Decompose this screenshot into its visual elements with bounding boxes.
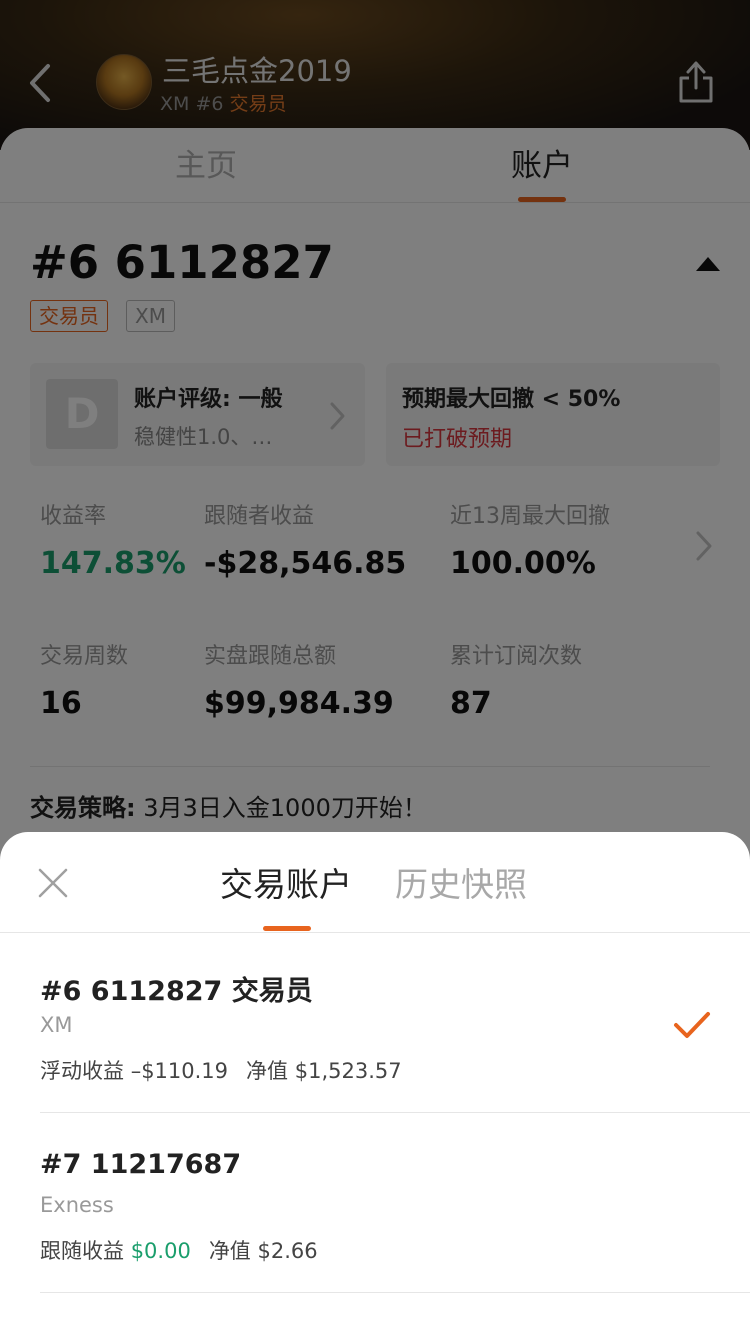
- metric-value: $0.00: [130, 1239, 191, 1263]
- account-title: #7 11217687: [40, 1149, 242, 1180]
- account-list-item[interactable]: #7 11217687 Exness 跟随收益 $0.00 净值 $2.66: [0, 1113, 750, 1293]
- account-broker: XM: [40, 1013, 73, 1037]
- metric-value: $1,523.57: [294, 1059, 402, 1083]
- account-metrics: 浮动收益 –$110.19 净值 $1,523.57: [40, 1055, 402, 1085]
- metric-label: 跟随收益: [40, 1239, 124, 1263]
- metric-value: $2.66: [257, 1239, 318, 1263]
- tab-trading-accounts[interactable]: 交易账户: [220, 858, 352, 906]
- metric-value: –$110.19: [130, 1059, 229, 1083]
- account-switcher-sheet: 交易账户 历史快照 #6 6112827 交易员 XM 浮动收益 –$110.1…: [0, 832, 750, 1334]
- tab-indicator: [263, 926, 311, 931]
- account-title: #6 6112827 交易员: [40, 976, 313, 1007]
- account-list-item[interactable]: #6 6112827 交易员 XM 浮动收益 –$110.19 净值 $1,523…: [0, 933, 750, 1113]
- account-metrics: 跟随收益 $0.00 净值 $2.66: [40, 1235, 318, 1265]
- metric-label: 净值: [208, 1239, 251, 1263]
- metric-label: 浮动收益: [40, 1059, 124, 1083]
- metric-label: 净值: [246, 1059, 289, 1083]
- account-broker: Exness: [40, 1193, 114, 1217]
- checkmark-icon: [674, 1012, 710, 1038]
- tab-history-snapshots[interactable]: 历史快照: [395, 858, 527, 906]
- divider: [40, 1292, 750, 1293]
- close-icon[interactable]: [36, 866, 70, 900]
